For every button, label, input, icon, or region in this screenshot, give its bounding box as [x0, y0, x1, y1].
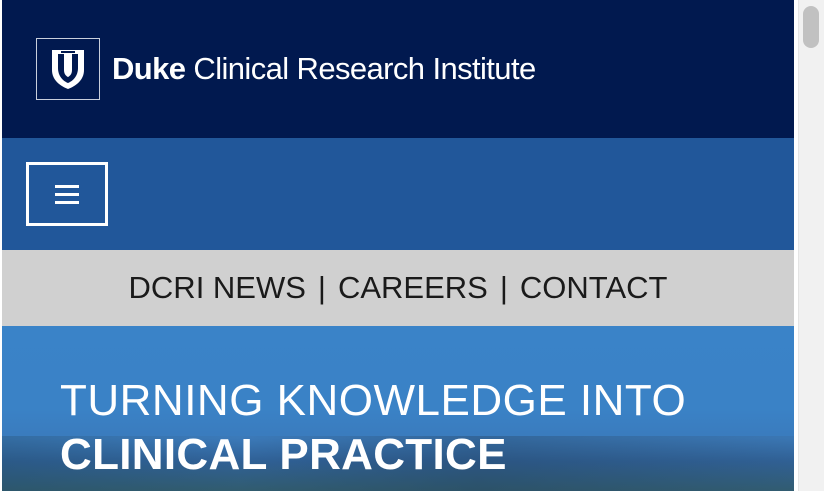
hero-heading-line1: TURNING KNOWLEDGE INTO	[60, 376, 687, 425]
contact-link[interactable]: CONTACT	[520, 270, 668, 306]
logo-institute: Clinical Research Institute	[193, 51, 536, 86]
hamburger-line-icon	[55, 184, 79, 188]
nav-separator: |	[499, 270, 508, 305]
site-header: Duke Clinical Research Institute	[2, 0, 794, 138]
scrollbar-thumb[interactable]	[803, 6, 819, 48]
hamburger-menu-button[interactable]	[26, 162, 108, 226]
main-navbar	[2, 138, 794, 250]
hamburger-line-icon	[55, 200, 79, 204]
vertical-scrollbar[interactable]	[798, 0, 824, 491]
logo-brand: Duke	[112, 51, 186, 86]
duke-shield-icon	[36, 38, 100, 100]
utility-nav: DCRI NEWS | CAREERS | CONTACT	[2, 250, 794, 326]
logo-text: Duke Clinical Research Institute	[112, 51, 536, 87]
dcri-news-link[interactable]: DCRI NEWS	[129, 270, 306, 306]
page: Duke Clinical Research Institute DCRI NE…	[2, 0, 794, 491]
careers-link[interactable]: CAREERS	[338, 270, 488, 306]
hamburger-line-icon	[55, 192, 79, 196]
nav-separator: |	[317, 270, 326, 305]
hero-banner: TURNING KNOWLEDGE INTO CLINICAL PRACTICE	[2, 326, 794, 491]
site-logo[interactable]: Duke Clinical Research Institute	[36, 38, 536, 100]
hero-heading-line2: CLINICAL PRACTICE	[60, 430, 507, 479]
